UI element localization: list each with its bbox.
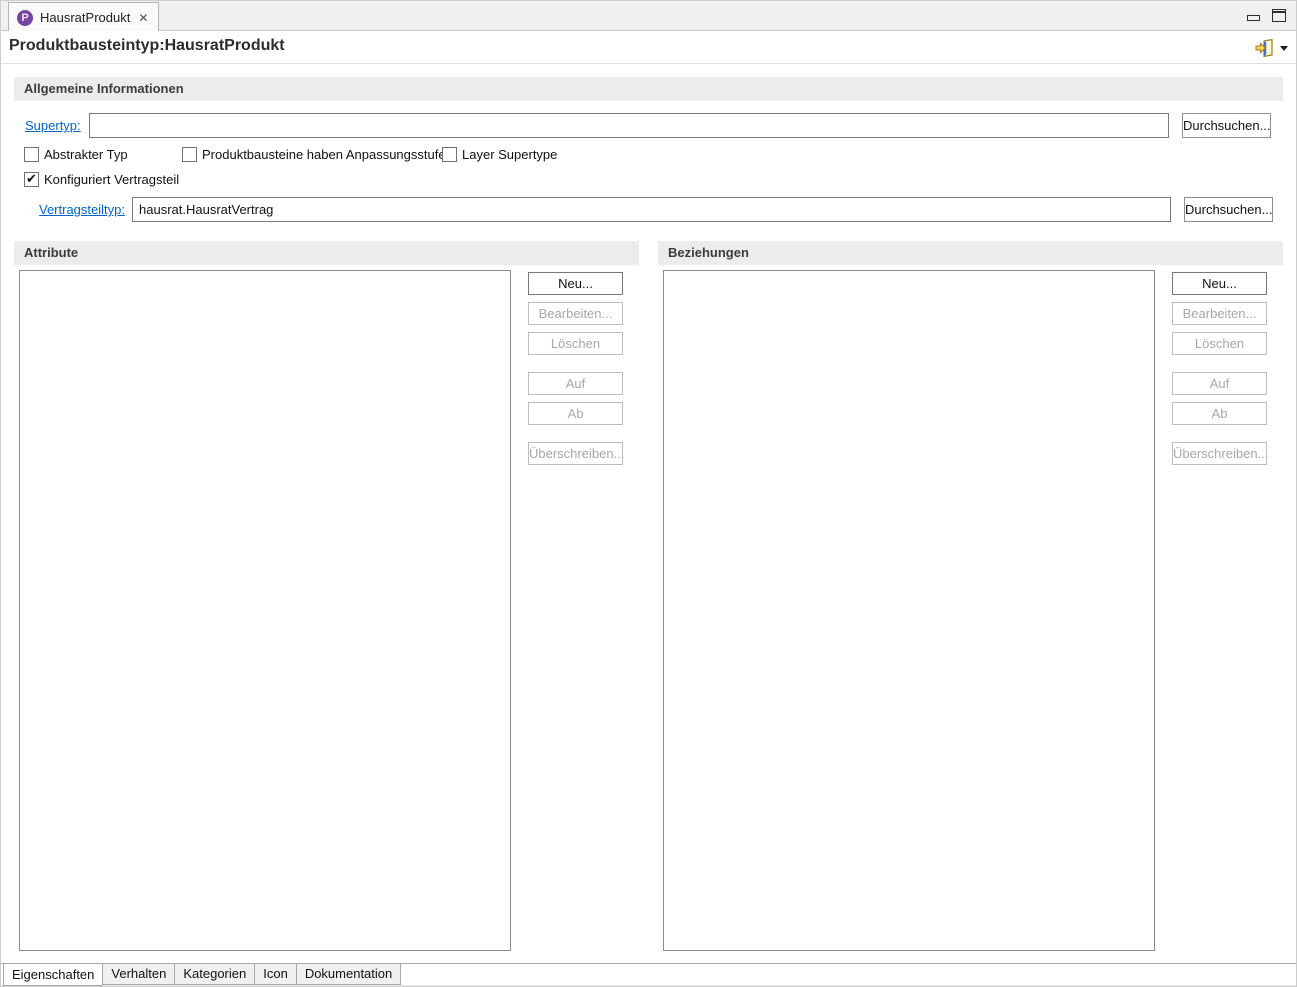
window-controls (1247, 9, 1286, 22)
section-header-allgemeine-informationen: Allgemeine Informationen (14, 77, 1283, 101)
tab-dokumentation[interactable]: Dokumentation (296, 964, 401, 985)
checkbox-layer-supertype[interactable] (442, 147, 457, 162)
checkbox-label: Abstrakter Typ (44, 147, 128, 162)
attribute-list[interactable] (19, 270, 511, 951)
checkbox-konfiguriert-vertragsteil[interactable] (24, 172, 39, 187)
editor-tab-label: HausratProdukt (40, 10, 130, 25)
checkbox-label: Produktbausteine haben Anpassungsstufen (202, 147, 453, 162)
editor-action-button[interactable] (1254, 36, 1288, 60)
checkbox-anpassungsstufen[interactable] (182, 147, 197, 162)
vertragsteiltyp-link[interactable]: Vertragsteiltyp: (39, 202, 125, 217)
page-title: Produktbausteintyp:HausratProdukt (9, 37, 285, 55)
checkbox-group-konfiguriert-vertragsteil: Konfiguriert Vertragsteil (24, 171, 179, 187)
editor-window: P HausratProdukt ✕ Produktbausteintyp:Ha… (0, 0, 1297, 987)
tab-kategorien[interactable]: Kategorien (174, 964, 255, 985)
chevron-down-icon (1280, 46, 1288, 51)
maximize-icon[interactable] (1272, 9, 1286, 22)
checkbox-abstrakter-typ[interactable] (24, 147, 39, 162)
tab-verhalten[interactable]: Verhalten (102, 964, 175, 985)
checkbox-group-anpassungsstufen: Produktbausteine haben Anpassungsstufen (182, 146, 453, 162)
beziehungen-list[interactable] (663, 270, 1155, 951)
attribute-ueberschreiben-button[interactable]: Überschreiben... (528, 442, 623, 465)
attribute-bearbeiten-button[interactable]: Bearbeiten... (528, 302, 623, 325)
attribute-loeschen-button[interactable]: Löschen (528, 332, 623, 355)
minimize-icon[interactable] (1247, 15, 1260, 21)
door-arrow-icon (1254, 38, 1275, 58)
editor-header: Produktbausteintyp:HausratProdukt (1, 31, 1296, 64)
beziehungen-ab-button[interactable]: Ab (1172, 402, 1267, 425)
vertragsteiltyp-input[interactable] (132, 197, 1171, 222)
checkbox-label: Konfiguriert Vertragsteil (44, 172, 179, 187)
vertragsteiltyp-durchsuchen-button[interactable]: Durchsuchen... (1184, 197, 1273, 222)
beziehungen-auf-button[interactable]: Auf (1172, 372, 1267, 395)
editor-tab-bar: P HausratProdukt ✕ (1, 1, 1296, 31)
attribute-auf-button[interactable]: Auf (528, 372, 623, 395)
product-type-icon: P (17, 10, 33, 26)
bottom-tab-bar: Eigenschaften Verhalten Kategorien Icon … (1, 963, 1296, 985)
beziehungen-ueberschreiben-button[interactable]: Überschreiben... (1172, 442, 1267, 465)
attribute-ab-button[interactable]: Ab (528, 402, 623, 425)
attribute-neu-button[interactable]: Neu... (528, 272, 623, 295)
section-header-beziehungen: Beziehungen (658, 241, 1283, 265)
checkbox-group-layer-supertype: Layer Supertype (442, 146, 557, 162)
beziehungen-loeschen-button[interactable]: Löschen (1172, 332, 1267, 355)
checkbox-group-abstrakter-typ: Abstrakter Typ (24, 146, 128, 162)
close-tab-icon[interactable]: ✕ (137, 11, 149, 25)
beziehungen-bearbeiten-button[interactable]: Bearbeiten... (1172, 302, 1267, 325)
supertyp-durchsuchen-button[interactable]: Durchsuchen... (1182, 113, 1271, 138)
beziehungen-neu-button[interactable]: Neu... (1172, 272, 1267, 295)
tab-eigenschaften[interactable]: Eigenschaften (3, 963, 103, 986)
supertyp-link[interactable]: Supertyp: (25, 118, 81, 133)
section-header-attribute: Attribute (14, 241, 639, 265)
editor-tab-hausratprodukt[interactable]: P HausratProdukt ✕ (8, 2, 159, 32)
supertyp-input[interactable] (89, 113, 1169, 138)
checkbox-label: Layer Supertype (462, 147, 557, 162)
tab-icon[interactable]: Icon (254, 964, 297, 985)
